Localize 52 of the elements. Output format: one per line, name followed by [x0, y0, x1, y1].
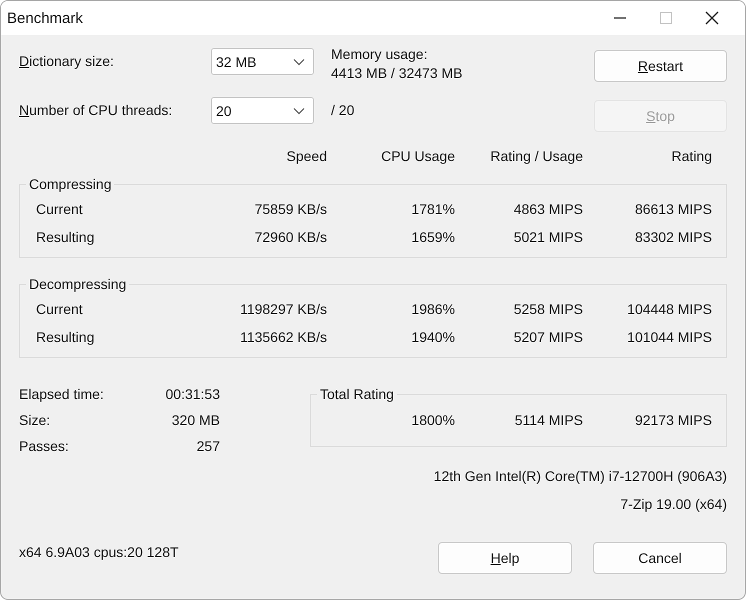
stat-label: Passes:	[19, 438, 70, 454]
group-title: Compressing	[26, 176, 114, 192]
column-header: Rating / Usage	[489, 148, 583, 164]
table-cell-text: 5258 MIPS	[512, 301, 583, 317]
column-header: Rating	[670, 148, 712, 164]
dropdown[interactable]: 20	[211, 97, 314, 124]
row-label: Current	[36, 301, 84, 317]
dropdown[interactable]: 32 MB	[211, 48, 314, 75]
stat-value: 257	[196, 438, 220, 454]
table-cell-text: 1135662 KB/s	[239, 329, 327, 345]
setting-label: Number of CPU threads:	[19, 101, 174, 118]
table-cell-text: 1659%	[410, 229, 455, 245]
table-cell-text: 1940%	[410, 329, 455, 345]
dialog-button[interactable]: Cancel	[593, 542, 727, 574]
table-cell-text: 1800%	[410, 412, 455, 428]
memory-label: Memory usage:	[331, 46, 428, 62]
table-cell-text: 101044 MIPS	[626, 329, 712, 345]
table-cell-text: 5114 MIPS	[514, 412, 583, 428]
row-label: Resulting	[36, 329, 96, 345]
table-cell-text: 83302 MIPS	[634, 229, 712, 245]
caret-icon	[293, 106, 305, 114]
stat-value: 320 MB	[170, 412, 220, 428]
threads-total: / 20	[331, 101, 356, 118]
table-cell-text: 86613 MIPS	[634, 201, 712, 217]
table-cell-text: 5207 MIPS	[512, 329, 583, 345]
dialog-button[interactable]: Help	[438, 542, 572, 574]
cpu-name: 12th Gen Intel(R) Core(TM) i7-12700H (906A3)	[432, 468, 727, 484]
table-cell-text: 1781%	[410, 201, 455, 217]
table-cell-text: 4863 MIPS	[512, 201, 583, 217]
stat-label: Elapsed time:	[19, 386, 105, 402]
row-label: Resulting	[36, 229, 96, 245]
stat-value: 00:31:53	[164, 386, 220, 402]
memory-value: 4413 MB / 32473 MB	[331, 65, 464, 81]
version-text: 7-Zip 19.00 (x64)	[619, 496, 727, 512]
window-title: Benchmark	[6, 10, 84, 26]
table-cell-text: 92173 MIPS	[634, 412, 712, 428]
table-cell-text: 72960 KB/s	[254, 229, 327, 245]
table-cell-text: 1986%	[410, 301, 455, 317]
column-header: CPU Usage	[380, 148, 455, 164]
group-title: Total Rating	[317, 386, 397, 402]
table-cell-text: 1198297 KB/s	[239, 301, 327, 317]
stat-label: Size:	[19, 412, 52, 428]
row-label: Current	[36, 201, 84, 217]
table-cell-text: 75859 KB/s	[254, 201, 327, 217]
table-cell-text: 5021 MIPS	[512, 229, 583, 245]
caret-icon	[293, 58, 305, 66]
setting-label: Dictionary size:	[19, 52, 115, 69]
column-header: Speed	[286, 148, 327, 164]
group-title: Decompressing	[26, 276, 130, 292]
table-cell-text: 104448 MIPS	[626, 301, 712, 317]
action-button[interactable]: Restart	[594, 50, 727, 82]
build-info: x64 6.9A03 cpus:20 128T	[19, 544, 180, 560]
